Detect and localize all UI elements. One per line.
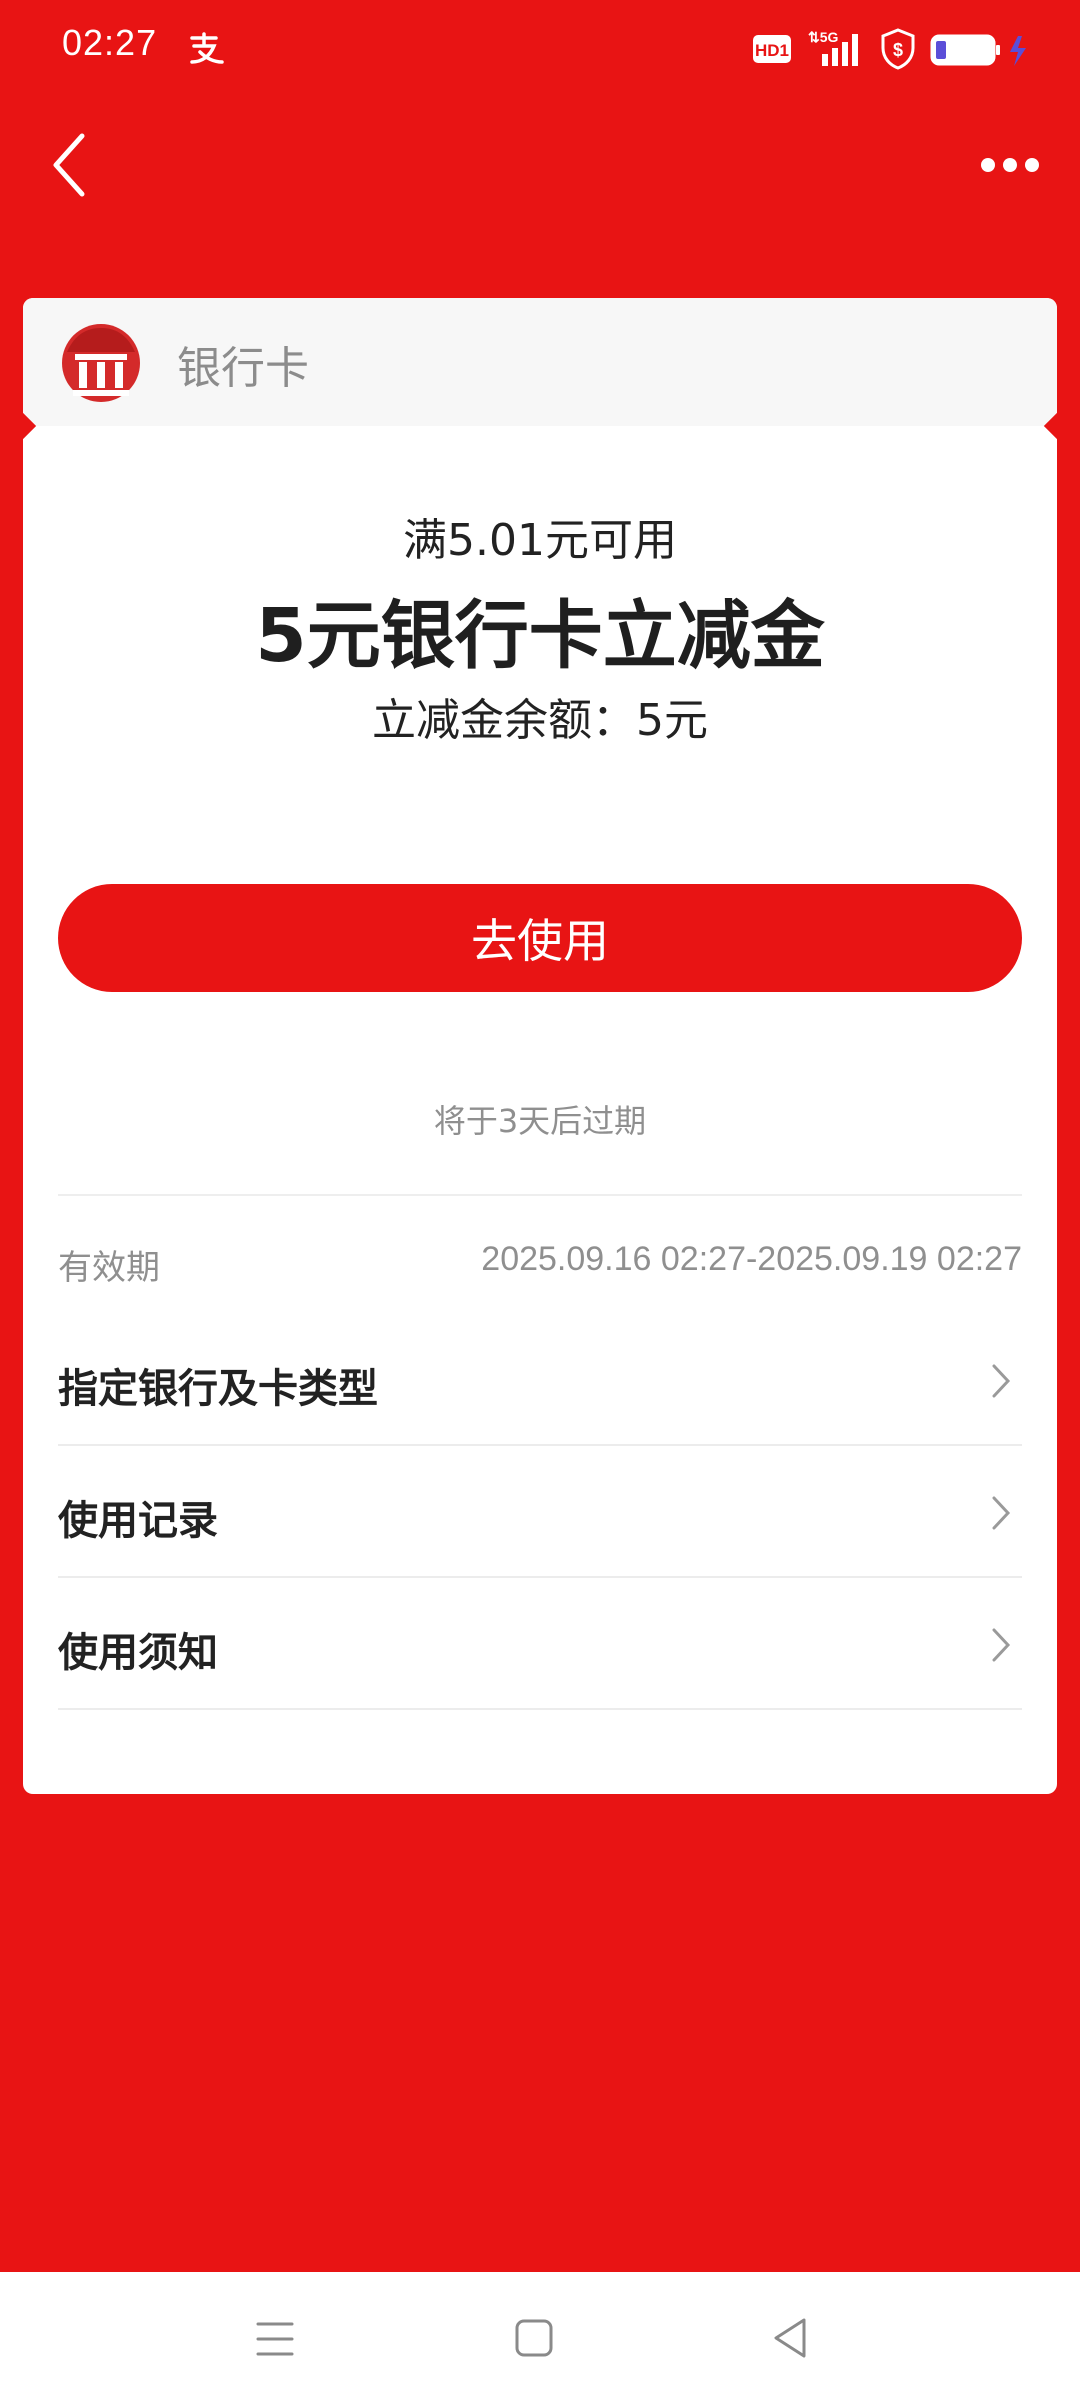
system-nav-bar xyxy=(0,2272,1080,2408)
5g-signal-icon: ⇅5G xyxy=(808,29,858,66)
chevron-right-icon xyxy=(992,1628,1011,1662)
use-button[interactable]: 去使用 xyxy=(58,884,1022,992)
bank-icon xyxy=(62,324,140,402)
expire-hint: 将于3天后过期 xyxy=(433,1102,647,1140)
validity-value: 2025.09.16 02:27-2025.09.19 02:27 xyxy=(481,1240,1022,1278)
row-label: 使用记录 xyxy=(58,1498,218,1544)
home-icon[interactable] xyxy=(514,2318,554,2358)
coupon-card: 银行卡 满5.01元可用 5元银行卡立减金 立减金余额：5元 去使用 将于3天后… xyxy=(23,298,1057,1794)
recent-apps-icon[interactable] xyxy=(256,2320,294,2358)
svg-text:$: $ xyxy=(893,40,903,60)
validity-label: 有效期 xyxy=(58,1248,160,1288)
back-arrow-icon[interactable] xyxy=(46,130,96,200)
chevron-right-icon xyxy=(992,1496,1011,1530)
charging-icon xyxy=(1010,36,1026,66)
usage-condition: 满5.01元可用 xyxy=(403,515,677,566)
shield-icon: $ xyxy=(881,28,915,70)
back-triangle-icon[interactable] xyxy=(770,2316,810,2360)
card-type-label: 银行卡 xyxy=(177,343,309,394)
status-time: 02:27 xyxy=(62,22,158,63)
svg-text:HD1: HD1 xyxy=(755,41,789,60)
row-usage-notice[interactable]: 使用须知 xyxy=(58,1580,1022,1710)
more-icon[interactable] xyxy=(980,150,1040,180)
coupon-balance: 立减金余额：5元 xyxy=(372,695,708,746)
svg-text:⇅5G: ⇅5G xyxy=(808,29,839,45)
row-label: 指定银行及卡类型 xyxy=(58,1366,378,1412)
row-bank-card-type[interactable]: 指定银行及卡类型 xyxy=(58,1316,1022,1446)
battery-icon xyxy=(930,34,1026,66)
card-header: 银行卡 xyxy=(23,298,1057,426)
row-usage-record[interactable]: 使用记录 xyxy=(58,1448,1022,1578)
hd-icon: HD1 xyxy=(753,35,791,63)
alipay-icon xyxy=(190,32,224,64)
divider xyxy=(58,1194,1022,1196)
row-label: 使用须知 xyxy=(58,1630,218,1676)
status-bar: 02:27 HD1 ⇅5G $ xyxy=(0,0,1080,100)
chevron-right-icon xyxy=(992,1364,1011,1398)
coupon-title: 5元银行卡立减金 xyxy=(255,593,825,679)
